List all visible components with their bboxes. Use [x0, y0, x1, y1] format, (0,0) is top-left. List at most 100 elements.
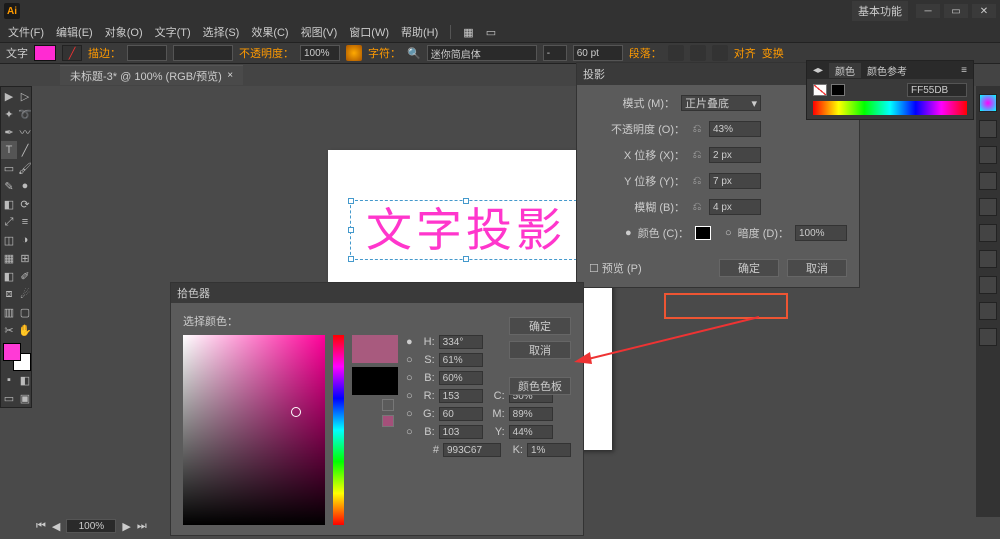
menu-object[interactable]: 对象(O)	[101, 24, 147, 40]
free-transform-tool[interactable]: ◫	[1, 231, 17, 249]
blob-tool[interactable]: ●	[17, 177, 33, 195]
hex-input[interactable]: FF55DB	[907, 83, 967, 97]
y-input[interactable]: 44%	[509, 425, 553, 439]
menu-file[interactable]: 文件(F)	[4, 24, 48, 40]
workspace-mode[interactable]: 基本功能	[852, 1, 908, 21]
handle-icon[interactable]	[463, 256, 469, 262]
darkness-input[interactable]: 100%	[795, 225, 847, 241]
picker-ring-icon[interactable]	[291, 407, 301, 417]
s-input[interactable]: 61%	[439, 353, 483, 367]
fill-mini-swatch[interactable]	[813, 84, 827, 96]
recolor-icon[interactable]	[346, 45, 362, 61]
menu-help[interactable]: 帮助(H)	[397, 24, 442, 40]
brush-tool[interactable]: 🖌	[17, 159, 33, 177]
panel-menu-icon[interactable]: ≡	[955, 65, 973, 76]
zoom-field[interactable]: 100%	[66, 519, 116, 533]
preview-checkbox[interactable]: ☐	[589, 263, 602, 275]
stroke-mini-swatch[interactable]	[831, 84, 845, 96]
bv-radio[interactable]: ○	[406, 426, 413, 438]
stroke-swatch[interactable]: ╱	[62, 45, 82, 61]
text-frame[interactable]: 文字投影	[350, 200, 582, 260]
g-input[interactable]: 60	[439, 407, 483, 421]
search-icon[interactable]: 🔍	[407, 47, 421, 60]
font-style-field[interactable]: -	[543, 45, 567, 61]
menu-effect[interactable]: 效果(C)	[247, 24, 292, 40]
direct-select-tool[interactable]: ▷	[17, 87, 33, 105]
dock-stroke-icon[interactable]	[979, 198, 997, 216]
h-input[interactable]: 334°	[439, 335, 483, 349]
dark-radio[interactable]: ○	[725, 227, 732, 239]
m-input[interactable]: 89%	[509, 407, 553, 421]
maximize-button[interactable]: ▭	[944, 4, 968, 18]
scale-tool[interactable]: ⤢	[1, 213, 17, 231]
opacity-field[interactable]: 100%	[300, 45, 340, 61]
dock-appearance-icon[interactable]	[979, 276, 997, 294]
handle-icon[interactable]	[463, 198, 469, 204]
fill-swatch[interactable]	[34, 45, 56, 61]
color-panel[interactable]: ◂▸ 颜色 颜色参考 ≡ FF55DB	[806, 60, 974, 120]
blur-input[interactable]: 4 px	[709, 199, 761, 215]
cancel-button[interactable]: 取消	[787, 259, 847, 277]
perspective-tool[interactable]: ▦	[1, 249, 17, 267]
nav-last-icon[interactable]: ⏭	[137, 520, 147, 533]
link-icon[interactable]: ⎌	[691, 123, 703, 136]
font-size-field[interactable]: 60 pt	[573, 45, 623, 61]
picker-cancel-button[interactable]: 取消	[509, 341, 571, 359]
pen-tool[interactable]: ✒	[1, 123, 17, 141]
lasso-tool[interactable]: ➰	[17, 105, 33, 123]
y-offset-input[interactable]: 7 px	[709, 173, 761, 189]
slice-tool[interactable]: ✂	[1, 321, 17, 339]
dock-transparency-icon[interactable]	[979, 250, 997, 268]
line-tool[interactable]: ╱	[17, 141, 33, 159]
align-center-icon[interactable]	[690, 45, 706, 61]
hand-tool[interactable]: ✋	[17, 321, 33, 339]
menu-select[interactable]: 选择(S)	[199, 24, 244, 40]
dock-swatch-icon[interactable]	[979, 120, 997, 138]
b-input[interactable]: 60%	[439, 371, 483, 385]
font-family-field[interactable]: 迷你简启体	[427, 45, 537, 61]
handle-icon[interactable]	[348, 198, 354, 204]
rectangle-tool[interactable]: ▭	[1, 159, 17, 177]
minimize-button[interactable]: ─	[916, 4, 940, 18]
k-input[interactable]: 1%	[527, 443, 571, 457]
shadow-color-swatch[interactable]	[695, 226, 711, 240]
arrange-icon[interactable]: ▭	[482, 26, 500, 39]
out-of-gamut-icon[interactable]	[382, 399, 394, 411]
tab-color[interactable]: 颜色	[829, 63, 861, 78]
eraser-tool[interactable]: ◧	[1, 195, 17, 213]
opacity-input[interactable]: 43%	[709, 121, 761, 137]
screen-mode2-icon[interactable]: ▣	[17, 389, 33, 407]
x-offset-input[interactable]: 2 px	[709, 147, 761, 163]
eyedropper-tool[interactable]: ✐	[17, 267, 33, 285]
nav-first-icon[interactable]: ⏮	[36, 520, 46, 533]
symbol-tool[interactable]: ☄	[17, 285, 33, 303]
hex-input[interactable]: 993C67	[443, 443, 501, 457]
curvature-tool[interactable]: 〰	[17, 123, 33, 141]
dock-brush-icon[interactable]	[979, 146, 997, 164]
blend-mode-select[interactable]: 正片叠底▾	[681, 95, 761, 111]
saturation-brightness-field[interactable]	[183, 335, 325, 525]
dock-color-icon[interactable]	[979, 94, 997, 112]
close-button[interactable]: ✕	[972, 4, 996, 18]
spectrum-strip[interactable]	[813, 101, 967, 115]
dock-symbol-icon[interactable]	[979, 172, 997, 190]
gradient-tool[interactable]: ◧	[1, 267, 17, 285]
r-radio[interactable]: ○	[406, 390, 413, 402]
dock-graphic-styles-icon[interactable]	[979, 302, 997, 320]
blend-tool[interactable]: ⧈	[1, 285, 17, 303]
stroke-weight-field[interactable]	[127, 45, 167, 61]
color-well[interactable]	[1, 341, 31, 371]
color-panel-toggle-icon[interactable]: ◂▸	[807, 65, 829, 76]
b-radio[interactable]: ○	[406, 372, 413, 384]
dock-gradient-icon[interactable]	[979, 224, 997, 242]
dock-layers-icon[interactable]	[979, 328, 997, 346]
s-radio[interactable]: ○	[406, 354, 413, 366]
fill-mode-icon[interactable]: ▪	[1, 371, 17, 389]
rotate-tool[interactable]: ⟳	[17, 195, 33, 213]
screen-mode-icon[interactable]: ▭	[1, 389, 17, 407]
handle-icon[interactable]	[348, 256, 354, 262]
menu-view[interactable]: 视图(V)	[297, 24, 342, 40]
bv-input[interactable]: 103	[439, 425, 483, 439]
link-icon[interactable]: ⎌	[691, 201, 703, 214]
tab-color-guide[interactable]: 颜色参考	[861, 63, 913, 78]
